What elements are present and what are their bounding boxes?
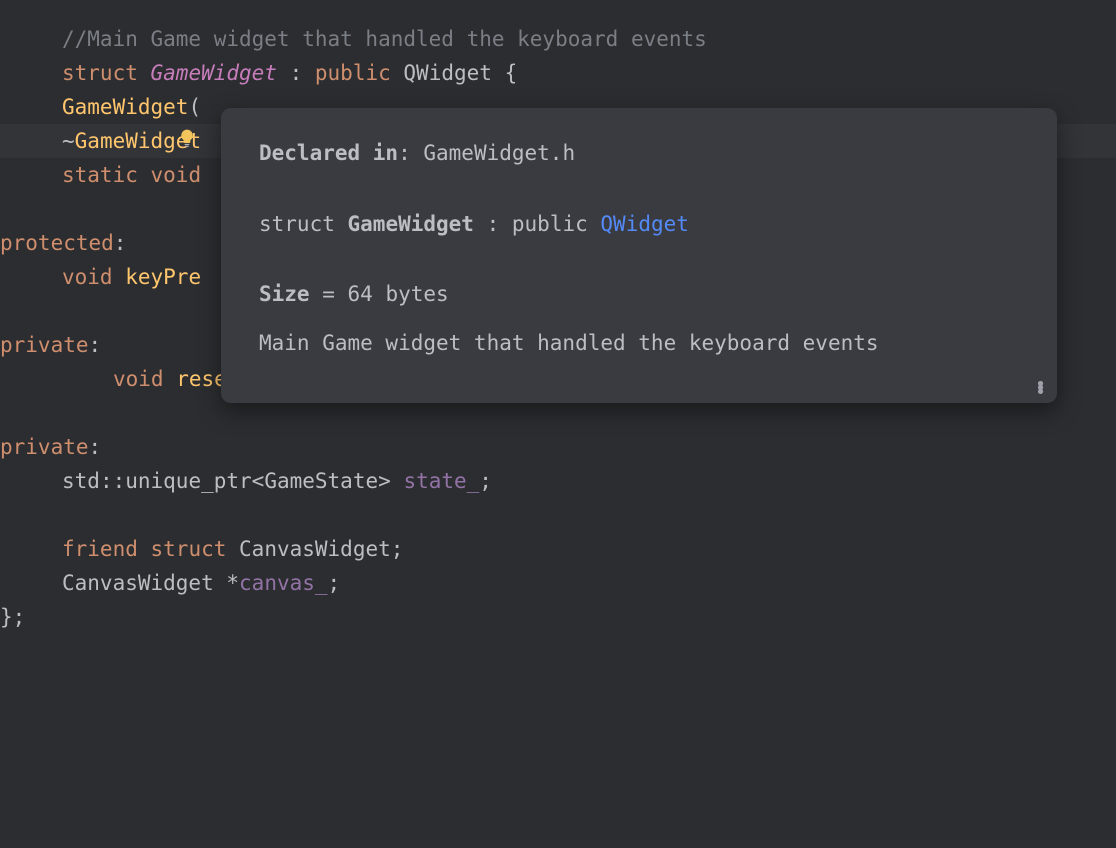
code-line-canvasptr: CanvasWidget *canvas_;	[0, 566, 1116, 600]
description-row: Main Game widget that handled the keyboa…	[259, 326, 1019, 361]
code-line-uniqueptr: std::unique_ptr<GameState> state_;	[0, 464, 1116, 498]
comment-text: //Main Game widget that handled the keyb…	[62, 22, 707, 57]
code-line-comment: //Main Game widget that handled the keyb…	[0, 22, 1116, 56]
code-line-friend: friend struct CanvasWidget;	[0, 532, 1116, 566]
size-row: Size = 64 bytes	[259, 277, 1019, 312]
lightbulb-icon[interactable]	[76, 89, 96, 109]
qwidget-link[interactable]: QWidget	[600, 212, 689, 236]
code-line-struct-decl: struct GameWidget : public QWidget {	[0, 56, 1116, 90]
quick-doc-popup[interactable]: Declared in: GameWidget.h struct GameWid…	[221, 108, 1057, 403]
declared-in-row: Declared in: GameWidget.h	[259, 136, 1019, 171]
more-menu-icon[interactable]: •••	[1035, 383, 1047, 395]
signature-row: struct GameWidget : public QWidget	[259, 207, 1019, 242]
gutter-highlight	[0, 54, 62, 227]
code-line-close: };	[0, 600, 1116, 634]
blank-line	[0, 498, 1116, 532]
code-line-private2: private:	[0, 430, 1116, 464]
